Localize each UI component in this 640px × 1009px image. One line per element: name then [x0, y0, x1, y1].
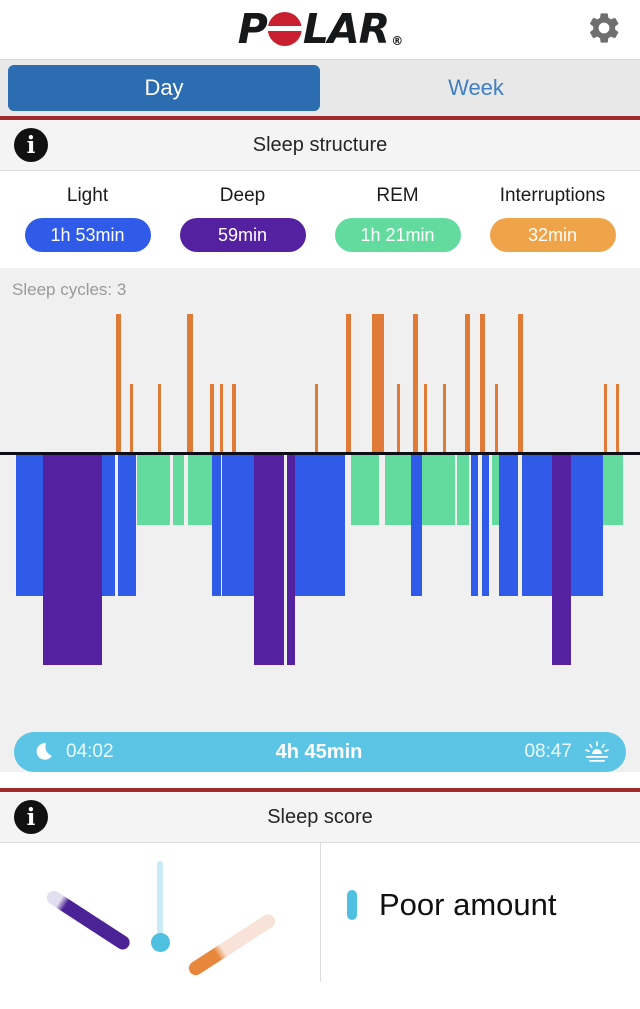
sunrise-icon: [582, 741, 612, 763]
view-tabs: Day Week: [0, 60, 640, 120]
hypnogram-segment-rem: [173, 455, 184, 525]
interruption-tick: [424, 384, 427, 452]
hypnogram-segment-rem: [603, 455, 623, 525]
interruption-tick: [480, 314, 485, 452]
sleep-metrics-row: Light 1h 53min Deep 59min REM 1h 21min I…: [0, 171, 640, 268]
interruption-tick: [315, 384, 318, 452]
hypnogram-segment-deep: [287, 455, 295, 665]
metric-light: Light 1h 53min: [10, 185, 165, 252]
hypnogram-segment-deep: [254, 455, 284, 665]
interruption-tick: [232, 384, 236, 452]
interruption-tick: [187, 314, 193, 452]
interruption-tick: [495, 384, 498, 452]
metric-label: REM: [376, 185, 419, 206]
sleep-structure-chart: Sleep cycles: 3 04:02 4h 45min 08:47: [0, 268, 640, 772]
hypnogram-segment-light: [471, 455, 478, 596]
interruption-tick: [210, 384, 214, 452]
sleep-time-bar: 04:02 4h 45min 08:47: [14, 732, 626, 772]
light-spoke-dot: [151, 933, 170, 952]
legend-label: Poor amount: [379, 887, 557, 922]
app-header: P LAR ®: [0, 0, 640, 60]
registered-mark: ®: [391, 33, 403, 48]
hypnogram-segment-rem: [422, 455, 455, 525]
interruption-tick: [465, 314, 470, 452]
status-badge: 1h 21min: [334, 218, 461, 252]
metric-rem: REM 1h 21min: [320, 185, 475, 252]
metric-interruptions: Interruptions 32min: [475, 185, 630, 252]
hypnogram-segment-light: [102, 455, 115, 596]
polar-o-circle-icon: [267, 12, 302, 46]
polar-wordmark: P LAR ®: [237, 4, 404, 53]
interruption-tick: [443, 384, 446, 452]
polar-letters-lar: LAR: [302, 4, 390, 53]
hypnogram-segment-rem: [457, 455, 469, 525]
sleep-score-gauge[interactable]: [0, 843, 321, 982]
sleep-score-legend: Poor amount: [321, 843, 640, 982]
hypnogram-segment-light: [571, 455, 603, 596]
interruption-tick: [158, 384, 161, 452]
sleep-score-header: i Sleep score: [0, 788, 640, 843]
info-icon[interactable]: i: [14, 128, 48, 162]
deep-spoke: [44, 888, 133, 953]
interruption-tick: [518, 314, 523, 452]
tab-day[interactable]: Day: [8, 65, 320, 111]
hypnogram-segment-rem: [188, 455, 212, 525]
interruption-tick: [130, 384, 133, 452]
moon-icon: [28, 741, 58, 763]
legend-color-chip: [347, 890, 357, 920]
info-icon[interactable]: i: [14, 800, 48, 834]
interruption-tick: [346, 314, 351, 452]
hypnogram-segment-light: [118, 455, 136, 596]
tab-week[interactable]: Week: [320, 65, 632, 111]
hypnogram-segment-deep: [552, 455, 571, 665]
page-title: Sleep structure: [252, 133, 388, 156]
hypnogram-segment-light: [212, 455, 221, 596]
rem-spoke: [186, 911, 278, 978]
hypnogram-segment-light: [482, 455, 489, 596]
hypnogram-segment-light: [411, 455, 422, 596]
metric-label: Light: [66, 185, 109, 206]
gear-icon[interactable]: [582, 6, 626, 50]
sleep-start-time: 04:02: [66, 741, 114, 762]
metric-label: Deep: [219, 185, 266, 206]
sleep-cycles-label: Sleep cycles: 3: [12, 280, 127, 299]
hypnogram-segment-light: [499, 455, 518, 596]
hypnogram-segment-light: [522, 455, 552, 596]
interruption-tick: [397, 384, 400, 452]
metric-label: Interruptions: [499, 185, 606, 206]
sleep-end-time: 08:47: [524, 741, 572, 762]
hypnogram-segment-rem: [492, 455, 499, 525]
light-spoke: [157, 861, 163, 939]
hypnogram-segment-deep: [43, 455, 102, 665]
sleep-structure-header: i Sleep structure: [0, 120, 640, 171]
interruption-tick: [413, 314, 418, 452]
hypnogram-segment-light: [295, 455, 345, 596]
status-badge: 59min: [179, 218, 306, 252]
hypnogram-segment-light: [240, 455, 254, 596]
hypnogram-segment-rem: [351, 455, 379, 525]
polar-logo: P LAR ®: [237, 4, 404, 53]
status-badge: 32min: [489, 218, 616, 252]
hypnogram-segment-rem: [137, 455, 170, 525]
polar-letter-p: P: [237, 4, 268, 53]
hypnogram-segment-light: [16, 455, 43, 596]
section-title: Sleep score: [267, 805, 373, 828]
legend-item-poor-amount: Poor amount: [347, 887, 640, 923]
hypnogram-plot[interactable]: [0, 306, 640, 726]
interruption-tick: [616, 384, 619, 452]
status-badge: 1h 53min: [24, 218, 151, 252]
sleep-score-body: Poor amount: [0, 843, 640, 982]
hypnogram-segment-light: [222, 455, 240, 596]
interruption-tick: [604, 384, 607, 452]
sleep-total-duration: 4h 45min: [275, 740, 363, 763]
metric-deep: Deep 59min: [165, 185, 320, 252]
interruption-tick: [220, 384, 223, 452]
hypnogram-segment-rem: [385, 455, 411, 525]
interruption-tick: [116, 314, 121, 452]
interruption-tick: [372, 314, 384, 452]
